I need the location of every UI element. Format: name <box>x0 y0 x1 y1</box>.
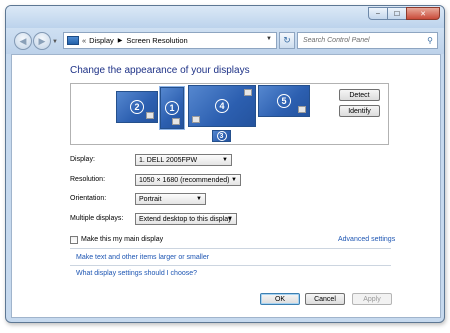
back-button[interactable]: ◀ <box>14 32 32 50</box>
monitor-number: 5 <box>277 94 291 108</box>
apply-button[interactable]: Apply <box>352 293 392 305</box>
display-select[interactable]: 1. DELL 2005FPW ▼ <box>135 154 232 166</box>
display-value: 1. DELL 2005FPW <box>139 156 198 164</box>
monitor-number: 4 <box>215 99 229 113</box>
divider <box>70 265 391 266</box>
detect-button[interactable]: Detect <box>339 89 380 101</box>
multiple-displays-select[interactable]: Extend desktop to this display ▼ <box>135 213 237 225</box>
monitor-mini-icon <box>172 118 180 125</box>
search-icon[interactable]: ⚲ <box>427 36 433 45</box>
arrow-left-icon: ◀ <box>19 35 27 46</box>
monitor-5[interactable]: 5 <box>258 85 310 117</box>
minimize-icon: ‒ <box>376 10 380 17</box>
breadcrumb-display[interactable]: Display <box>89 36 114 45</box>
monitor-mini-icon <box>192 116 200 123</box>
chevron-down-icon: ▼ <box>196 196 202 202</box>
refresh-button[interactable]: ↻ <box>279 32 295 49</box>
recent-pages-dropdown[interactable]: ▼ <box>52 39 58 45</box>
monitor-number: 2 <box>130 100 144 114</box>
title-bar: ‒ ☐ ✕ <box>6 6 444 28</box>
control-panel-icon <box>67 36 79 45</box>
screen-resolution-window: ‒ ☐ ✕ ◀ ▶ ▼ « Display ▶ Screen Resolutio… <box>5 5 445 323</box>
orientation-value: Portrait <box>139 195 162 203</box>
main-display-label[interactable]: Make this my main display <box>81 236 163 243</box>
monitor-mini-icon <box>244 89 252 96</box>
resolution-label: Resolution: <box>70 176 106 183</box>
close-icon: ✕ <box>420 10 426 18</box>
address-bar[interactable]: « Display ▶ Screen Resolution ▼ <box>63 32 277 49</box>
monitor-4[interactable]: 4 <box>188 85 256 127</box>
close-button[interactable]: ✕ <box>406 7 440 20</box>
monitor-mini-icon <box>146 112 154 119</box>
search-placeholder: Search Control Panel <box>303 37 370 44</box>
page-title: Change the appearance of your displays <box>70 65 250 76</box>
main-display-checkbox[interactable] <box>70 236 78 244</box>
navigation-bar: ◀ ▶ ▼ « Display ▶ Screen Resolution ▼ ↻ … <box>6 28 444 54</box>
identify-button[interactable]: Identify <box>339 105 380 117</box>
divider <box>70 248 391 249</box>
chevron-right-icon[interactable]: ▶ <box>118 37 123 44</box>
maximize-icon: ☐ <box>393 10 401 18</box>
address-overflow[interactable]: « <box>82 36 86 45</box>
chevron-down-icon: ▼ <box>222 157 228 163</box>
content-pane: Change the appearance of your displays 2… <box>11 54 441 318</box>
forward-button[interactable]: ▶ <box>33 32 51 50</box>
resolution-select[interactable]: 1050 × 1680 (recommended) ▼ <box>135 174 241 186</box>
chevron-down-icon: ▼ <box>231 177 237 183</box>
breadcrumb-screen-resolution[interactable]: Screen Resolution <box>126 36 187 45</box>
maximize-button[interactable]: ☐ <box>387 7 407 20</box>
minimize-button[interactable]: ‒ <box>368 7 388 20</box>
multiple-displays-value: Extend desktop to this display <box>139 215 232 223</box>
search-input[interactable]: Search Control Panel ⚲ <box>297 32 438 49</box>
monitor-number: 3 <box>216 131 227 141</box>
chevron-down-icon: ▼ <box>227 216 233 222</box>
monitor-2[interactable]: 2 <box>116 91 158 123</box>
multiple-displays-label: Multiple displays: <box>70 215 124 222</box>
chevron-down-icon[interactable]: ▼ <box>266 36 272 42</box>
ok-button[interactable]: OK <box>260 293 300 305</box>
chevron-down-icon: ▼ <box>52 39 58 45</box>
display-help-link[interactable]: What display settings should I choose? <box>76 270 197 277</box>
display-label: Display: <box>70 156 95 163</box>
refresh-icon: ↻ <box>283 35 291 45</box>
caption-buttons: ‒ ☐ ✕ <box>368 7 440 20</box>
orientation-select[interactable]: Portrait ▼ <box>135 193 206 205</box>
monitor-3[interactable]: 3 <box>212 130 231 142</box>
arrow-right-icon: ▶ <box>38 35 46 46</box>
monitor-1[interactable]: 1 <box>160 87 184 129</box>
monitor-arrangement: 2 1 4 5 3 Detect Identify <box>70 83 389 145</box>
advanced-settings-link[interactable]: Advanced settings <box>338 236 395 243</box>
text-size-link[interactable]: Make text and other items larger or smal… <box>76 254 209 261</box>
orientation-label: Orientation: <box>70 195 107 202</box>
cancel-button[interactable]: Cancel <box>305 293 345 305</box>
monitor-number: 1 <box>165 101 179 115</box>
monitor-mini-icon <box>298 106 306 113</box>
resolution-value: 1050 × 1680 (recommended) <box>139 176 230 184</box>
